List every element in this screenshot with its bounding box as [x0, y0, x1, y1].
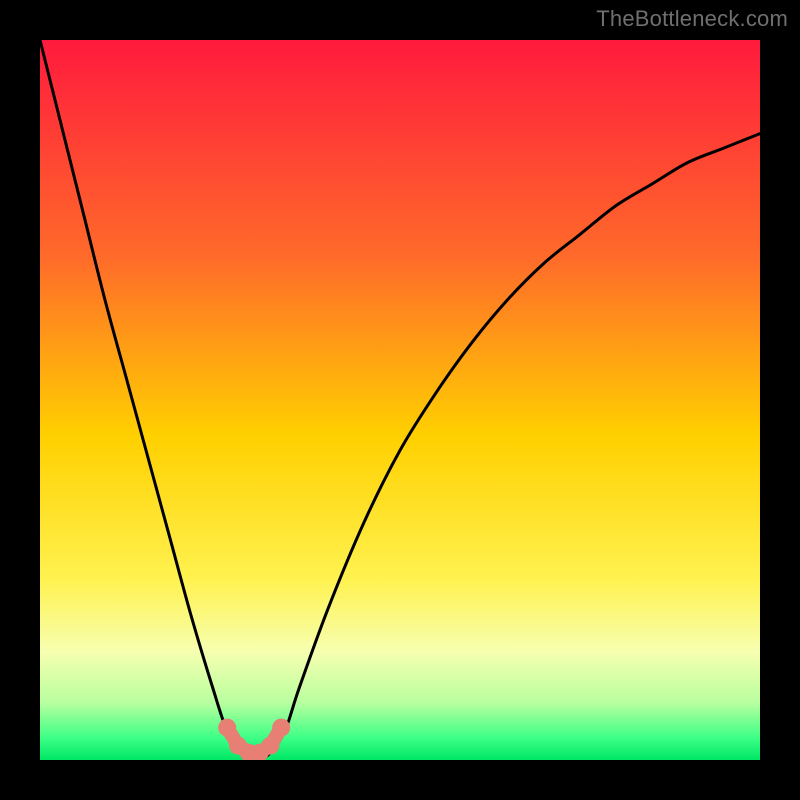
- watermark-text: TheBottleneck.com: [596, 6, 788, 32]
- chart-frame: TheBottleneck.com: [0, 0, 800, 800]
- optimal-range-dot: [218, 719, 236, 737]
- gradient-background: [40, 40, 760, 760]
- optimal-range-dot: [261, 737, 279, 755]
- bottleneck-chart: [40, 40, 760, 760]
- optimal-range-dot: [272, 719, 290, 737]
